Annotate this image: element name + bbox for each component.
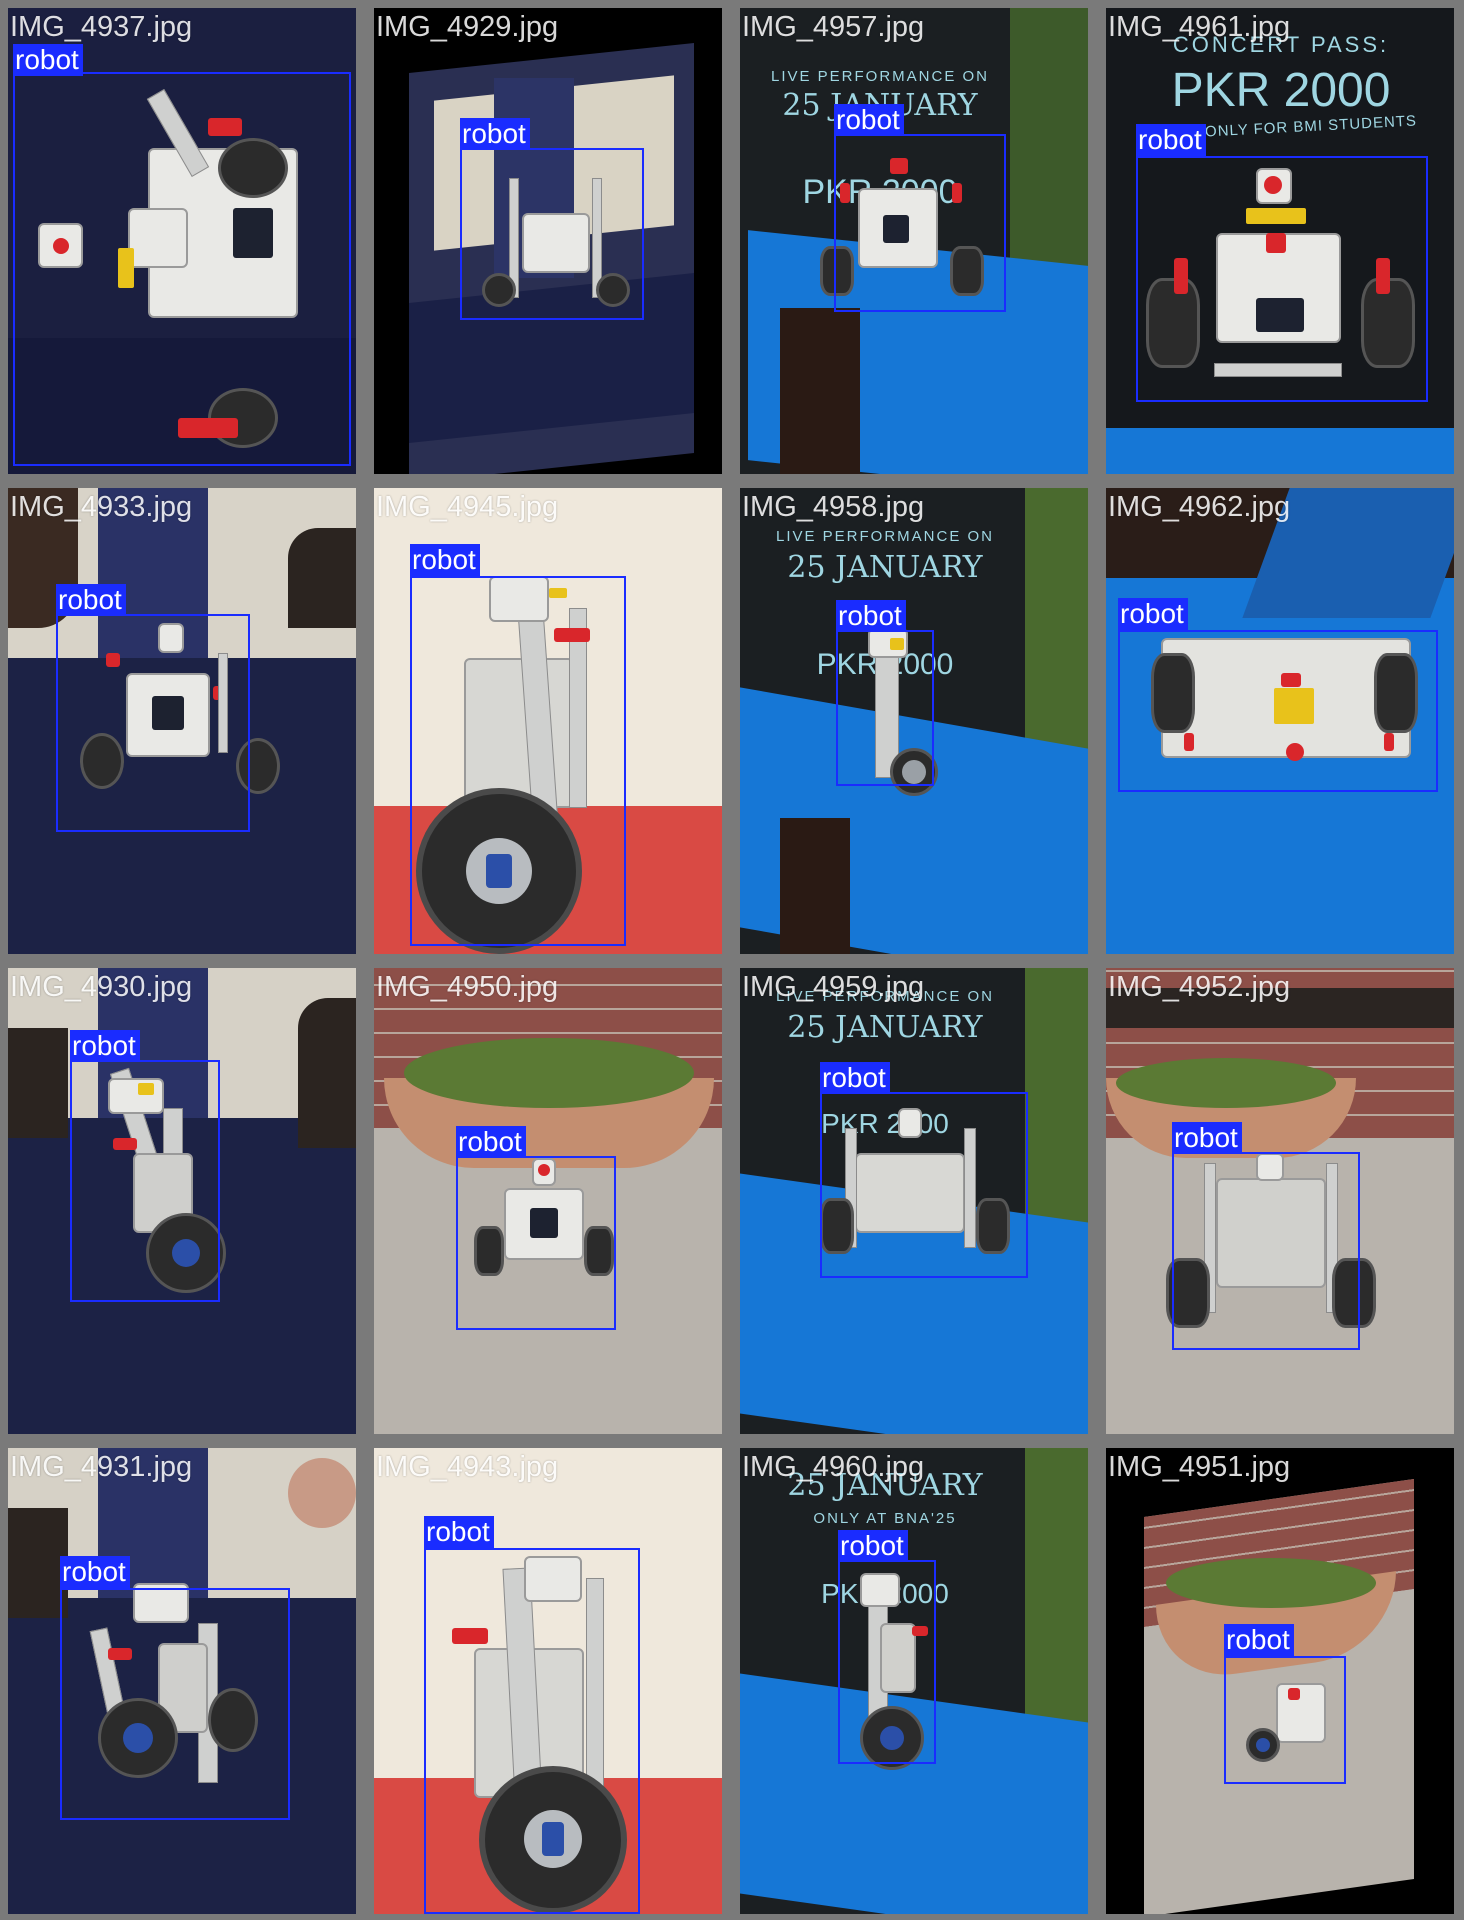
image-filename: IMG_4937.jpg [10,11,193,43]
bbox-label: robot [1224,1624,1294,1656]
image-tile: robot IMG_4945.jpg [374,488,722,954]
bounding-box [1172,1152,1360,1350]
bbox-label: robot [1136,124,1206,156]
bbox-label: robot [460,118,530,150]
bounding-box [838,1560,936,1764]
image-tile: robot IMG_4951.jpg [1106,1448,1454,1914]
bounding-box [456,1156,616,1330]
image-filename: IMG_4951.jpg [1108,1451,1291,1483]
image-filename: IMG_4931.jpg [10,1451,193,1483]
poster-price: PKR 2000 [1171,64,1391,117]
bounding-box [460,148,644,320]
image-filename: IMG_4962.jpg [1108,491,1291,523]
bounding-box [13,72,351,466]
bbox-label: robot [836,600,906,632]
bounding-box [410,576,626,946]
bbox-label: robot [1172,1122,1242,1154]
image-tile: robot IMG_4933.jpg [8,488,356,954]
bounding-box [56,614,250,832]
image-tile: robot IMG_4943.jpg [374,1448,722,1914]
image-tile: robot IMG_4937.jpg [8,8,356,474]
image-tile: CONCERT PASS: PKR 2000 ONLY FOR BMI STUD… [1106,8,1454,474]
image-tile: robot IMG_4952.jpg [1106,968,1454,1434]
image-filename: IMG_4933.jpg [10,491,193,523]
bbox-label: robot [838,1530,908,1562]
image-tile: robot IMG_4929.jpg [374,8,722,474]
image-tile: LIVE PERFORMANCE ON 25 JANUARY PKR 2000 … [740,968,1088,1434]
image-tile: LIVE PERFORMANCE ON 25 JANUARY PKR 2000 … [740,8,1088,474]
image-filename: IMG_4959.jpg [742,971,925,1003]
image-tile: LIVE PERFORMANCE ON 25 JANUARY PKR 2000 … [740,488,1088,954]
image-filename: IMG_4950.jpg [376,971,559,1003]
bounding-box [1118,630,1438,792]
bounding-box [836,630,934,786]
bounding-box [834,134,1006,312]
image-tile: robot IMG_4962.jpg [1106,488,1454,954]
poster-date: 25 JANUARY [787,550,983,585]
bounding-box [70,1060,220,1302]
bounding-box [1224,1656,1346,1784]
image-filename: IMG_4961.jpg [1108,11,1291,43]
image-filename: IMG_4952.jpg [1108,971,1291,1003]
image-filename: IMG_4930.jpg [10,971,193,1003]
bbox-label: robot [820,1062,890,1094]
bounding-box [1136,156,1428,402]
bounding-box [60,1588,290,1820]
bbox-label: robot [56,584,126,616]
bbox-label: robot [1118,598,1188,630]
image-filename: IMG_4960.jpg [742,1451,925,1483]
image-tile: robot IMG_4931.jpg [8,1448,356,1914]
poster-live: LIVE PERFORMANCE ON [770,68,990,85]
bbox-label: robot [70,1030,140,1062]
bbox-label: robot [456,1126,526,1158]
poster-date: 25 JANUARY [787,1010,983,1045]
image-filename: IMG_4958.jpg [742,491,925,523]
image-filename: IMG_4929.jpg [376,11,559,43]
image-filename: IMG_4957.jpg [742,11,925,43]
bbox-label: robot [60,1556,130,1588]
bbox-label: robot [410,544,480,576]
image-tile: robot IMG_4930.jpg [8,968,356,1434]
bounding-box [820,1092,1028,1278]
image-tile: robot IMG_4950.jpg [374,968,722,1434]
bounding-box [424,1548,640,1914]
image-filename: IMG_4943.jpg [376,1451,559,1483]
bbox-label: robot [13,44,83,76]
poster-live: LIVE PERFORMANCE ON [775,528,995,545]
image-tile: 25 JANUARY ONLY AT BNA'25 PKR 2000 robot… [740,1448,1088,1914]
poster-only: ONLY AT BNA'25 [813,1510,957,1527]
detection-grid: robot IMG_4937.jpg robot IMG_4929.jpg LI… [0,0,1464,1920]
image-filename: IMG_4945.jpg [376,491,559,523]
bbox-label: robot [424,1516,494,1548]
bbox-label: robot [834,104,904,136]
